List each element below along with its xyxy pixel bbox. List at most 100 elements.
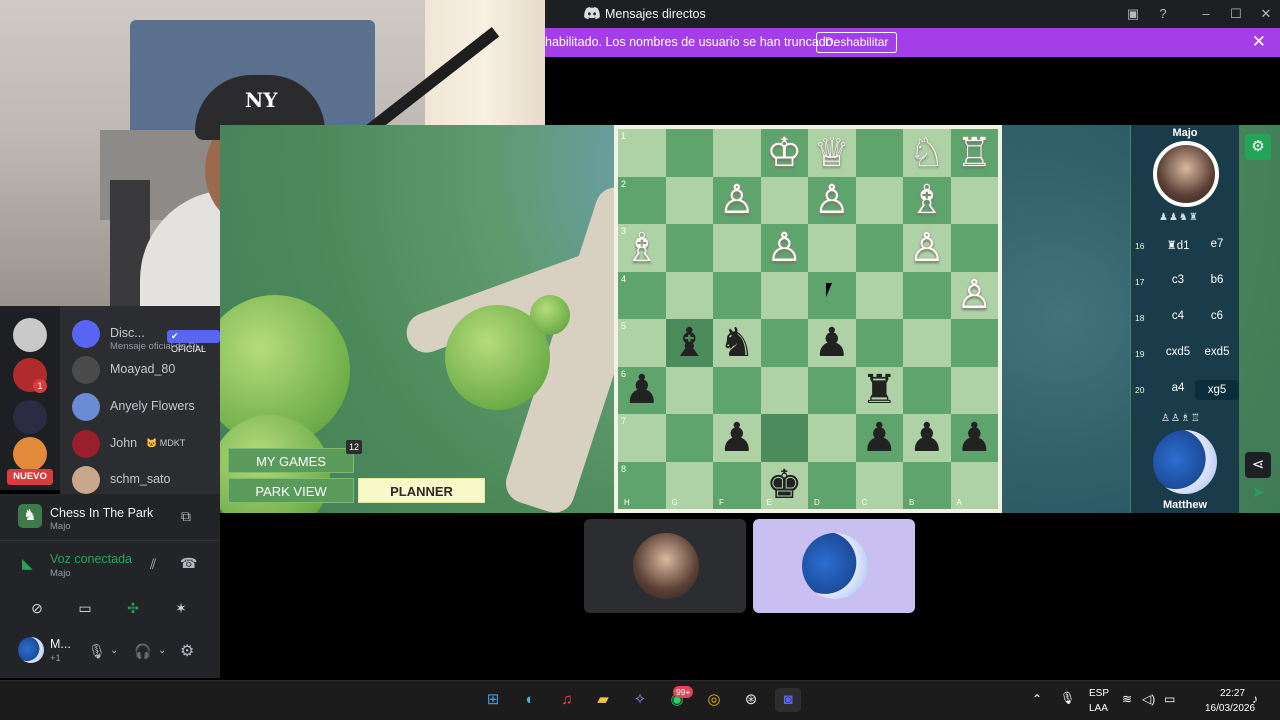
chess-piece[interactable]: ♗: [909, 180, 945, 220]
board-square[interactable]: [950, 319, 998, 367]
planner-button[interactable]: PLANNER: [358, 478, 485, 503]
board-square[interactable]: C: [855, 461, 903, 509]
board-square[interactable]: [760, 271, 808, 319]
chess-piece[interactable]: ♙: [909, 228, 945, 268]
bottom-player-avatar[interactable]: [1153, 430, 1217, 494]
board-square[interactable]: [950, 366, 998, 414]
move-row[interactable]: 18 c4 c6: [1131, 307, 1239, 329]
board-square[interactable]: [760, 414, 808, 462]
chess-piece[interactable]: ♟: [814, 323, 850, 363]
chevron-down-icon[interactable]: ⌄: [110, 645, 118, 656]
lang-bottom[interactable]: LAA: [1089, 703, 1108, 714]
board-square[interactable]: 5: [618, 319, 666, 367]
clock-time[interactable]: 22:27: [1220, 688, 1245, 699]
park-view-button[interactable]: PARK VIEW: [228, 478, 354, 503]
board-square[interactable]: E ♚: [760, 461, 808, 509]
camera-off-icon[interactable]: ⊘: [18, 594, 56, 622]
board-square[interactable]: [903, 366, 951, 414]
battery-icon[interactable]: ▭: [1164, 692, 1175, 706]
move-row[interactable]: 19 cxd5 exd5: [1131, 343, 1239, 365]
board-square[interactable]: [713, 224, 761, 272]
board-grid[interactable]: 1 ♔ ♕ ♘ ♖ 2 ♙ ♙ ♗ 3 ♗ ♙ ♙ 4 ♙ 5 ♝ ♞ ♟ 6 ♟ ♜ 7 ♟ ♟ ♟ ♟ 8 H G F E ♚ D C B A: [618, 129, 998, 509]
board-square[interactable]: ♟: [950, 414, 998, 462]
board-square[interactable]: 1: [618, 129, 666, 177]
board-square[interactable]: ♟: [855, 414, 903, 462]
mic-tray-icon[interactable]: 🎙: [1060, 691, 1075, 705]
board-square[interactable]: ♖: [950, 129, 998, 177]
chess-piece[interactable]: ♙: [956, 275, 992, 315]
board-square[interactable]: [713, 366, 761, 414]
disable-button[interactable]: Deshabilitar: [816, 32, 898, 53]
chess-piece[interactable]: ♗: [624, 228, 660, 268]
chrome-icon[interactable]: ◎: [701, 688, 727, 712]
music-icon[interactable]: ♫: [554, 688, 580, 712]
send-icon[interactable]: ➤: [1245, 480, 1271, 506]
settings-gear-icon[interactable]: ⚙: [180, 641, 194, 661]
chess-piece[interactable]: ♔: [766, 133, 802, 173]
board-square[interactable]: A: [950, 461, 998, 509]
server-icon[interactable]: [13, 318, 47, 352]
board-square[interactable]: [950, 176, 998, 224]
clock-date[interactable]: 16/03/2026: [1205, 703, 1255, 714]
headphones-icon[interactable]: 🎧: [134, 643, 151, 660]
copilot-icon[interactable]: ✧: [627, 688, 653, 712]
chess-piece[interactable]: ♖: [956, 133, 992, 173]
board-square[interactable]: [665, 366, 713, 414]
close-banner-icon[interactable]: ✕: [1252, 32, 1266, 52]
server-icon[interactable]: [13, 437, 47, 471]
board-square[interactable]: [855, 224, 903, 272]
maximize-button[interactable]: ☐: [1227, 5, 1245, 23]
chess-piece[interactable]: ♙: [719, 180, 755, 220]
settings-gear-icon[interactable]: ⚙: [1245, 134, 1271, 160]
board-square[interactable]: 4: [618, 271, 666, 319]
board-square[interactable]: B: [903, 461, 951, 509]
board-square[interactable]: [855, 176, 903, 224]
board-square[interactable]: ♟: [808, 319, 856, 367]
board-square[interactable]: [855, 129, 903, 177]
board-square[interactable]: ♙: [808, 176, 856, 224]
board-square[interactable]: 7: [618, 414, 666, 462]
chess-piece[interactable]: ♟: [624, 370, 660, 410]
noise-suppression-icon[interactable]: ⫽: [150, 556, 156, 573]
voice-channel[interactable]: Majo: [50, 568, 71, 579]
soundboard-icon[interactable]: ✶: [162, 594, 200, 622]
board-square[interactable]: [760, 319, 808, 367]
board-square[interactable]: [808, 224, 856, 272]
chess-piece[interactable]: ♞: [719, 323, 755, 363]
chess-piece[interactable]: ♟: [719, 418, 755, 458]
chess-piece[interactable]: ♙: [766, 228, 802, 268]
board-square[interactable]: [950, 224, 998, 272]
board-square[interactable]: ♙: [713, 176, 761, 224]
board-square[interactable]: 2: [618, 176, 666, 224]
board-square[interactable]: 3 ♗: [618, 224, 666, 272]
disconnect-icon[interactable]: ☎: [180, 555, 197, 572]
help-icon[interactable]: ?: [1154, 5, 1172, 23]
dm-item[interactable]: schm_sato: [72, 463, 220, 497]
board-square[interactable]: [665, 271, 713, 319]
share-icon[interactable]: ⋖: [1245, 452, 1271, 478]
chess-board[interactable]: 1 ♔ ♕ ♘ ♖ 2 ♙ ♙ ♗ 3 ♗ ♙ ♙ 4 ♙ 5 ♝ ♞ ♟ 6 ♟ ♜ 7 ♟ ♟ ♟ ♟ 8 H G F E ♚ D C B A: [614, 125, 1002, 513]
start-icon[interactable]: ⊞: [480, 688, 506, 712]
dm-item[interactable]: Moayad_80: [72, 353, 220, 387]
board-square[interactable]: F: [713, 461, 761, 509]
close-window-button[interactable]: ✕: [1257, 5, 1275, 23]
voice-status[interactable]: Voz conectada: [50, 552, 132, 566]
board-square[interactable]: D: [808, 461, 856, 509]
microphone-icon[interactable]: 🎙: [88, 643, 106, 660]
chess-piece[interactable]: ♟: [956, 418, 992, 458]
inbox-icon[interactable]: ▣: [1124, 5, 1142, 23]
chess-piece[interactable]: ♟: [861, 418, 897, 458]
board-square[interactable]: [713, 271, 761, 319]
obs-icon[interactable]: ⊛: [738, 688, 764, 712]
board-square[interactable]: ♙: [760, 224, 808, 272]
board-square[interactable]: [760, 366, 808, 414]
board-square[interactable]: [665, 414, 713, 462]
chess-piece[interactable]: ♕: [814, 133, 850, 173]
board-square[interactable]: 6 ♟: [618, 366, 666, 414]
discord-icon[interactable]: ◙: [775, 688, 801, 712]
move-row[interactable]: 20 a4 xg5: [1131, 379, 1239, 401]
minimize-button[interactable]: –: [1197, 5, 1215, 23]
my-games-button[interactable]: MY GAMES: [228, 448, 354, 473]
dm-item[interactable]: Disc... ✔ OFICIAL Mensaje oficial de Di.…: [72, 317, 220, 354]
dm-item[interactable]: John 🐱 MDKT: [72, 427, 220, 461]
